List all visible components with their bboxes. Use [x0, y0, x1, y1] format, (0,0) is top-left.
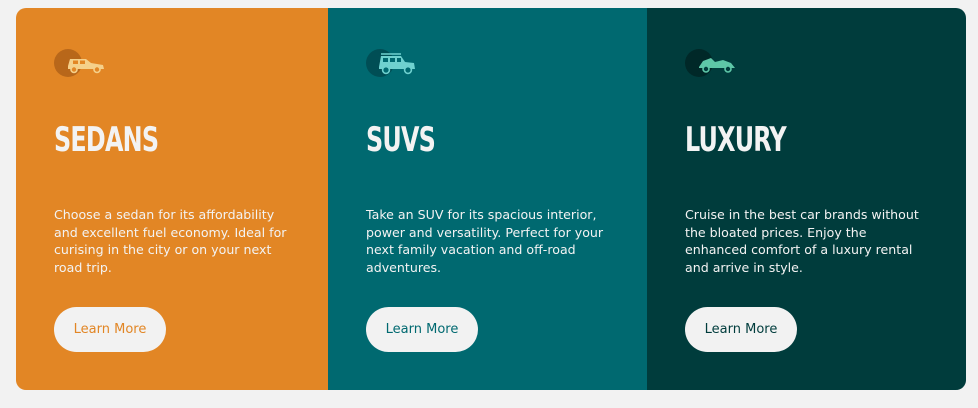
luxury-car-icon: [685, 46, 741, 80]
card-title: SUVS: [366, 120, 436, 160]
card-sedans: SEDANS Choose a sedan for its affordabil…: [16, 8, 328, 390]
learn-more-sedans-button[interactable]: Learn More: [54, 307, 166, 352]
card-description: Choose a sedan for its affordability and…: [54, 207, 287, 275]
sedan-car-icon: [54, 46, 110, 80]
card-description: Take an SUV for its spacious interior, p…: [366, 207, 604, 275]
card-title: LUXURY: [685, 120, 787, 160]
learn-more-luxury-button[interactable]: Learn More: [685, 307, 797, 352]
car-categories: SEDANS Choose a sedan for its affordabil…: [16, 8, 966, 390]
suv-car-icon: [366, 46, 422, 80]
learn-more-suvs-button[interactable]: Learn More: [366, 307, 478, 352]
card-description: Cruise in the best car brands without th…: [685, 207, 919, 275]
card-title: SEDANS: [54, 120, 159, 160]
card-luxury: LUXURY Cruise in the best car brands wit…: [647, 8, 966, 390]
card-suvs: SUVS Take an SUV for its spacious interi…: [328, 8, 647, 390]
